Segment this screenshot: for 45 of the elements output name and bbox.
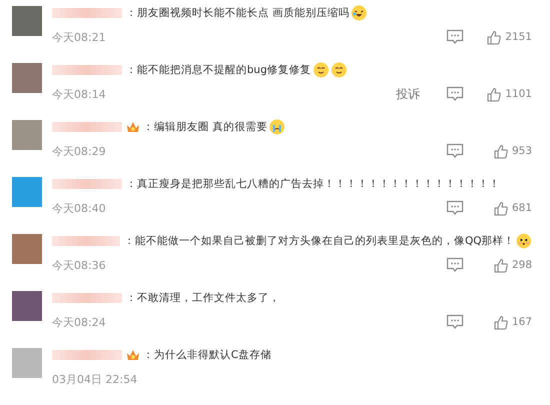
comment-text: ：能不能做一个如果自己被删了对方头像在自己的列表里是灰色的，像QQ那样！ <box>124 234 514 248</box>
like-button[interactable]: 167 <box>480 314 532 330</box>
thumbs-up-icon <box>494 258 508 272</box>
thumbs-up-icon <box>494 200 508 216</box>
blurred-name <box>52 293 122 303</box>
comment-text: ：编辑朋友圈 真的很需要 <box>143 120 268 134</box>
thumbs-up-icon <box>494 314 508 330</box>
timestamp: 03月04日 22:54 <box>52 372 138 386</box>
comment-icon[interactable] <box>446 29 464 45</box>
comment-icon[interactable] <box>446 143 464 159</box>
report-link[interactable]: 投诉 <box>396 86 420 102</box>
blurred-name <box>52 122 122 132</box>
timestamp: 今天08:29 <box>52 144 106 158</box>
blurred-name <box>52 236 120 246</box>
thumbs-up-icon <box>494 144 508 158</box>
thumbs-up-icon <box>487 30 502 44</box>
emoji-icon <box>351 5 368 21</box>
timestamp: 今天08:40 <box>52 200 106 216</box>
comment-icon[interactable] <box>446 86 464 102</box>
like-button[interactable]: 298 <box>480 258 532 272</box>
comment-icon[interactable] <box>446 314 464 330</box>
comment-text: ：能不能把消息不提醒的bug修复修复 <box>126 63 311 77</box>
comment-icon[interactable] <box>446 200 464 216</box>
comment-text: ：真正瘦身是把那些乱七八糟的广告去掉！！！！！！！！！！！！！！！！ <box>126 177 500 191</box>
like-button[interactable]: 2151 <box>480 30 532 44</box>
timestamp: 今天08:24 <box>52 314 106 330</box>
blurred-name <box>52 8 122 18</box>
emoji-icon <box>269 119 286 135</box>
comment-text: ：不敢清理，工作文件太多了， <box>126 291 280 305</box>
emoji-icon <box>516 233 532 249</box>
timestamp: 今天08:14 <box>52 86 106 102</box>
blurred-name <box>52 65 122 75</box>
blurred-name <box>52 179 122 189</box>
timestamp: 今天08:36 <box>52 258 106 272</box>
emoji-icon <box>313 62 329 78</box>
comment-text: ：朋友圈视频时长能不能长点 画质能别压缩吗 <box>126 6 350 20</box>
like-button[interactable]: 1101 <box>480 86 532 102</box>
like-button[interactable]: 681 <box>480 200 532 216</box>
comment-icon[interactable] <box>446 257 464 273</box>
emoji-icon <box>331 62 347 78</box>
like-button[interactable]: 953 <box>480 144 532 158</box>
comment-text: ：为什么非得默认C盘存储 <box>143 348 272 362</box>
thumbs-up-icon <box>487 86 502 102</box>
blurred-name <box>52 350 122 360</box>
timestamp: 今天08:21 <box>52 30 106 44</box>
